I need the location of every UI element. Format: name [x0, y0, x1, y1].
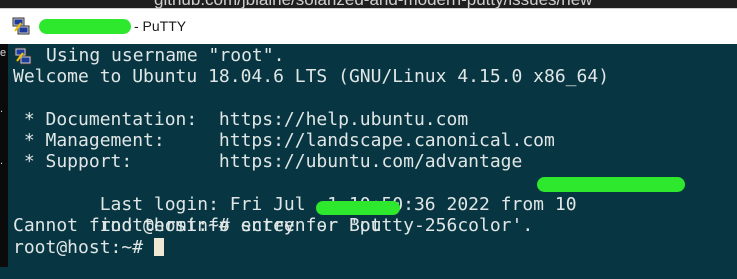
- terminal-lines: Using username "root". Welcome to Ubuntu…: [13, 45, 685, 258]
- terminal-line: * Documentation: https://help.ubuntu.com: [13, 108, 469, 130]
- login-ip-redaction-mark: [537, 176, 685, 192]
- terminal-line: Welcome to Ubuntu 18.04.6 LTS (GNU/Linux…: [13, 66, 610, 88]
- terminal-area[interactable]: e . . Using username "root". Welcome to …: [0, 44, 737, 267]
- window-title: - PuTTY: [134, 18, 187, 34]
- terminal-line: root@host:~#: [13, 237, 609, 258]
- terminal-line: * Support: https://ubuntu.com/advantage: [13, 151, 523, 173]
- title-redaction-mark: [39, 19, 131, 34]
- text-cursor: [153, 237, 164, 256]
- putty-window[interactable]: - PuTTY e . . Using username "root". Wel…: [0, 8, 737, 267]
- terminal-line: Cannot find terminfo entry for 'putty-25…: [13, 215, 534, 237]
- session-name-redaction-mark: [316, 201, 400, 216]
- terminal-line: Using username "root".: [46, 45, 285, 66]
- left-edge-strip: e . .: [0, 44, 8, 267]
- terminal-line: root@host:~# screen -r Bot: [13, 194, 609, 236]
- putty-icon: [12, 17, 30, 35]
- window-titlebar[interactable]: - PuTTY: [0, 8, 737, 44]
- terminal-line: * Management: https://landscape.canonica…: [13, 130, 555, 152]
- terminal-line: Last login: Fri Jul 1 10:50:36 2022 from…: [13, 173, 685, 215]
